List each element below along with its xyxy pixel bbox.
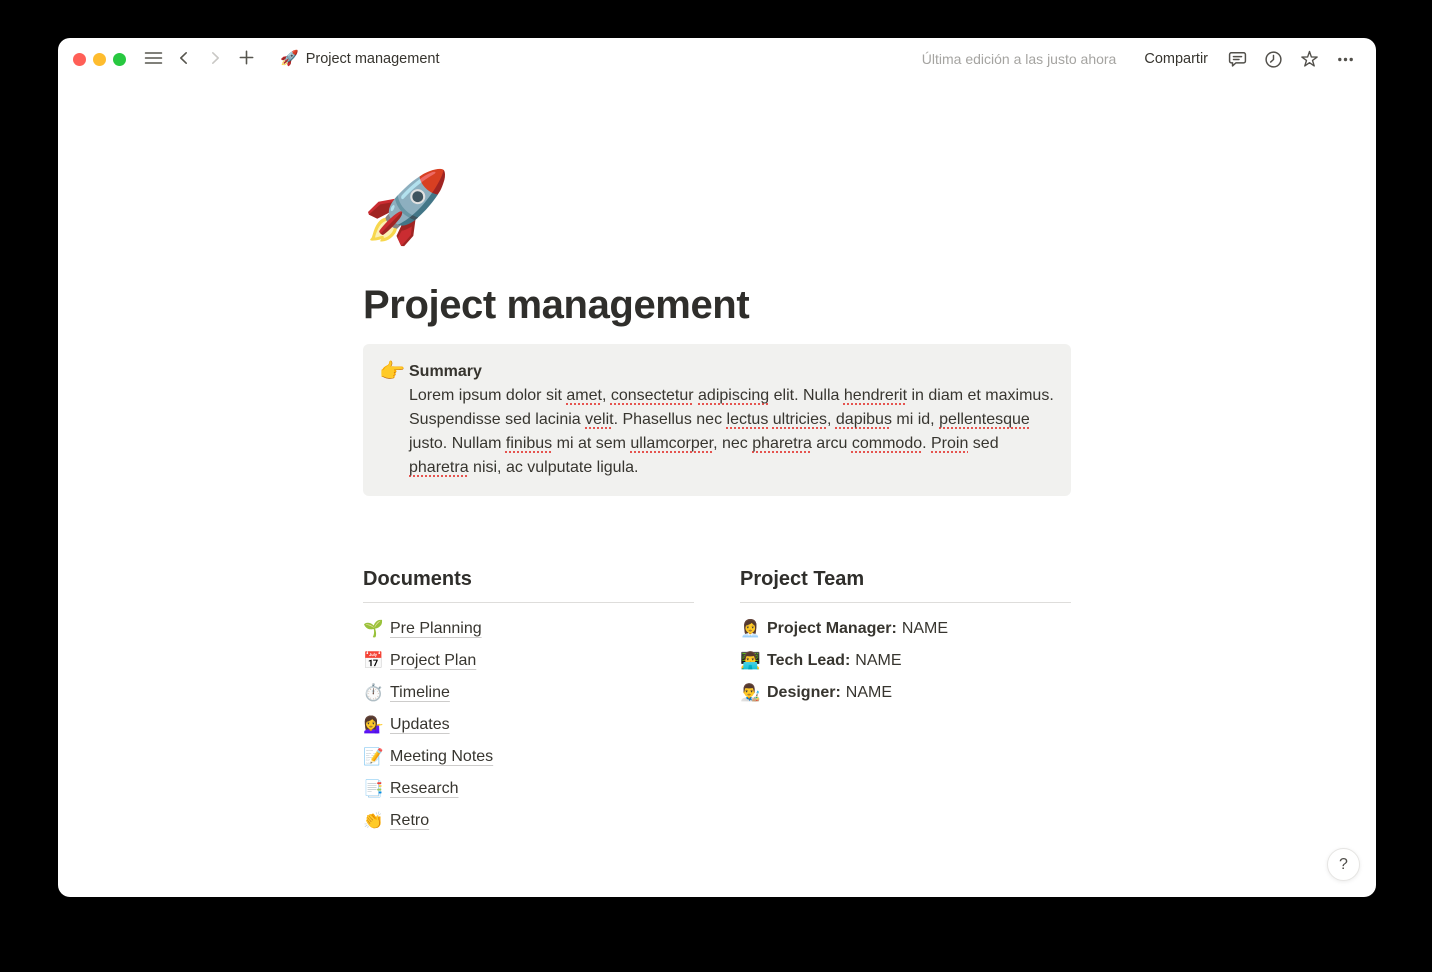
documents-column: Documents 🌱 Pre Planning 📅 Project Plan … bbox=[363, 566, 694, 837]
pointing-right-icon: 👉 bbox=[379, 360, 409, 384]
misspelled-word[interactable]: hendrerit bbox=[844, 387, 907, 404]
history-button[interactable] bbox=[1258, 44, 1288, 74]
breadcrumb-page-title: Project management bbox=[306, 51, 440, 67]
misspelled-word[interactable]: consectetur bbox=[611, 387, 694, 404]
team-member-role: Tech Lead: bbox=[767, 652, 850, 670]
misspelled-word[interactable]: lectus bbox=[727, 411, 769, 428]
team-member-row[interactable]: 👨‍💻 Tech Lead: NAME bbox=[740, 645, 1071, 677]
misspelled-word[interactable]: adipiscing bbox=[698, 387, 769, 404]
document-link-label[interactable]: Pre Planning bbox=[390, 620, 482, 638]
document-link-item[interactable]: 👏 Retro bbox=[363, 805, 694, 837]
team-member-row[interactable]: 👩‍💼 Project Manager: NAME bbox=[740, 613, 1071, 645]
chevron-left-icon bbox=[176, 50, 192, 69]
team-member-name: NAME bbox=[902, 620, 948, 638]
misspelled-word[interactable]: commodo bbox=[852, 435, 922, 452]
titlebar-right: Última edición a las justo ahora Compart… bbox=[922, 44, 1360, 74]
sidebar-menu-button[interactable] bbox=[140, 46, 166, 72]
document-link-item[interactable]: 📝 Meeting Notes bbox=[363, 741, 694, 773]
chevron-right-icon bbox=[207, 50, 223, 69]
content-columns: Documents 🌱 Pre Planning 📅 Project Plan … bbox=[363, 566, 1071, 877]
document-link-label[interactable]: Project Plan bbox=[390, 652, 476, 670]
misspelled-word[interactable]: amet bbox=[566, 387, 602, 404]
misspelled-word[interactable]: pharetra bbox=[752, 435, 812, 452]
document-icon: 💁‍♀️ bbox=[363, 715, 390, 735]
team-member-name: NAME bbox=[846, 684, 892, 702]
team-member-role: Project Manager: bbox=[767, 620, 897, 638]
back-button[interactable] bbox=[171, 46, 197, 72]
breadcrumb[interactable]: 🚀 Project management bbox=[274, 48, 445, 70]
summary-title[interactable]: Summary bbox=[409, 363, 482, 380]
document-link-label[interactable]: Retro bbox=[390, 812, 429, 830]
help-button[interactable]: ? bbox=[1327, 848, 1360, 881]
document-icon: 🌱 bbox=[363, 619, 390, 639]
document-icon: 📝 bbox=[363, 747, 390, 767]
document-link-item[interactable]: 📑 Research bbox=[363, 773, 694, 805]
summary-callout[interactable]: 👉 Summary Lorem ipsum dolor sit amet, co… bbox=[363, 344, 1071, 496]
team-member-row[interactable]: 👨‍🎨 Designer: NAME bbox=[740, 677, 1071, 709]
more-options-button[interactable] bbox=[1330, 44, 1360, 74]
documents-list: 🌱 Pre Planning 📅 Project Plan ⏱️ Timelin… bbox=[363, 613, 694, 837]
document-link-item[interactable]: 🌱 Pre Planning bbox=[363, 613, 694, 645]
favorite-button[interactable] bbox=[1294, 44, 1324, 74]
zoom-window-button[interactable] bbox=[113, 53, 126, 66]
summary-callout-body[interactable]: Summary Lorem ipsum dolor sit amet, cons… bbox=[409, 360, 1055, 480]
summary-text[interactable]: Lorem ipsum dolor sit amet, consectetur … bbox=[409, 387, 1054, 476]
document-link-label[interactable]: Research bbox=[390, 780, 458, 798]
team-list: 👩‍💼 Project Manager: NAME 👨‍💻 Tech Lead:… bbox=[740, 613, 1071, 709]
misspelled-word[interactable]: velit bbox=[585, 411, 613, 428]
star-icon bbox=[1300, 50, 1319, 69]
misspelled-word[interactable]: finibus bbox=[506, 435, 552, 452]
misspelled-word[interactable]: Proin bbox=[931, 435, 968, 452]
document-link-item[interactable]: 📅 Project Plan bbox=[363, 645, 694, 677]
team-member-icon: 👨‍🎨 bbox=[740, 683, 767, 703]
page-body: 🚀 Project management 👉 Summary Lorem ips… bbox=[363, 166, 1071, 877]
page-icon[interactable]: 🚀 bbox=[363, 166, 447, 248]
document-link-label[interactable]: Timeline bbox=[390, 684, 450, 702]
team-member-role: Designer: bbox=[767, 684, 841, 702]
comment-icon bbox=[1228, 50, 1247, 69]
misspelled-word[interactable]: pellentesque bbox=[939, 411, 1030, 428]
notion-window: 🚀 Project management Última edición a la… bbox=[58, 38, 1376, 897]
team-member-name: NAME bbox=[855, 652, 901, 670]
last-edited-label: Última edición a las justo ahora bbox=[922, 51, 1117, 67]
misspelled-word[interactable]: ultricies bbox=[773, 411, 827, 428]
clock-icon bbox=[1264, 50, 1283, 69]
misspelled-word[interactable]: ullamcorper bbox=[630, 435, 713, 452]
ellipsis-icon bbox=[1336, 50, 1355, 69]
team-member-icon: 👨‍💻 bbox=[740, 651, 767, 671]
document-icon: ⏱️ bbox=[363, 683, 390, 703]
page-emoji-icon: 🚀 bbox=[280, 51, 299, 67]
team-column: Project Team 👩‍💼 Project Manager: NAME 👨… bbox=[740, 566, 1071, 837]
hamburger-icon bbox=[144, 50, 163, 69]
document-link-item[interactable]: 💁‍♀️ Updates bbox=[363, 709, 694, 741]
share-button[interactable]: Compartir bbox=[1136, 47, 1216, 71]
plus-icon bbox=[238, 49, 255, 69]
titlebar: 🚀 Project management Última edición a la… bbox=[58, 38, 1376, 80]
traffic-lights bbox=[73, 53, 126, 66]
documents-heading[interactable]: Documents bbox=[363, 566, 694, 603]
forward-button[interactable] bbox=[202, 46, 228, 72]
close-window-button[interactable] bbox=[73, 53, 86, 66]
page-scroll-area[interactable]: 🚀 Project management 👉 Summary Lorem ips… bbox=[58, 80, 1376, 897]
document-link-item[interactable]: ⏱️ Timeline bbox=[363, 677, 694, 709]
new-tab-button[interactable] bbox=[233, 46, 259, 72]
misspelled-word[interactable]: pharetra bbox=[409, 459, 469, 476]
comments-button[interactable] bbox=[1222, 44, 1252, 74]
team-heading[interactable]: Project Team bbox=[740, 566, 1071, 603]
document-link-label[interactable]: Updates bbox=[390, 716, 450, 734]
misspelled-word[interactable]: dapibus bbox=[836, 411, 892, 428]
document-icon: 👏 bbox=[363, 811, 390, 831]
document-icon: 📑 bbox=[363, 779, 390, 799]
document-icon: 📅 bbox=[363, 651, 390, 671]
document-link-label[interactable]: Meeting Notes bbox=[390, 748, 493, 766]
team-member-icon: 👩‍💼 bbox=[740, 619, 767, 639]
page-title[interactable]: Project management bbox=[363, 280, 1071, 330]
minimize-window-button[interactable] bbox=[93, 53, 106, 66]
